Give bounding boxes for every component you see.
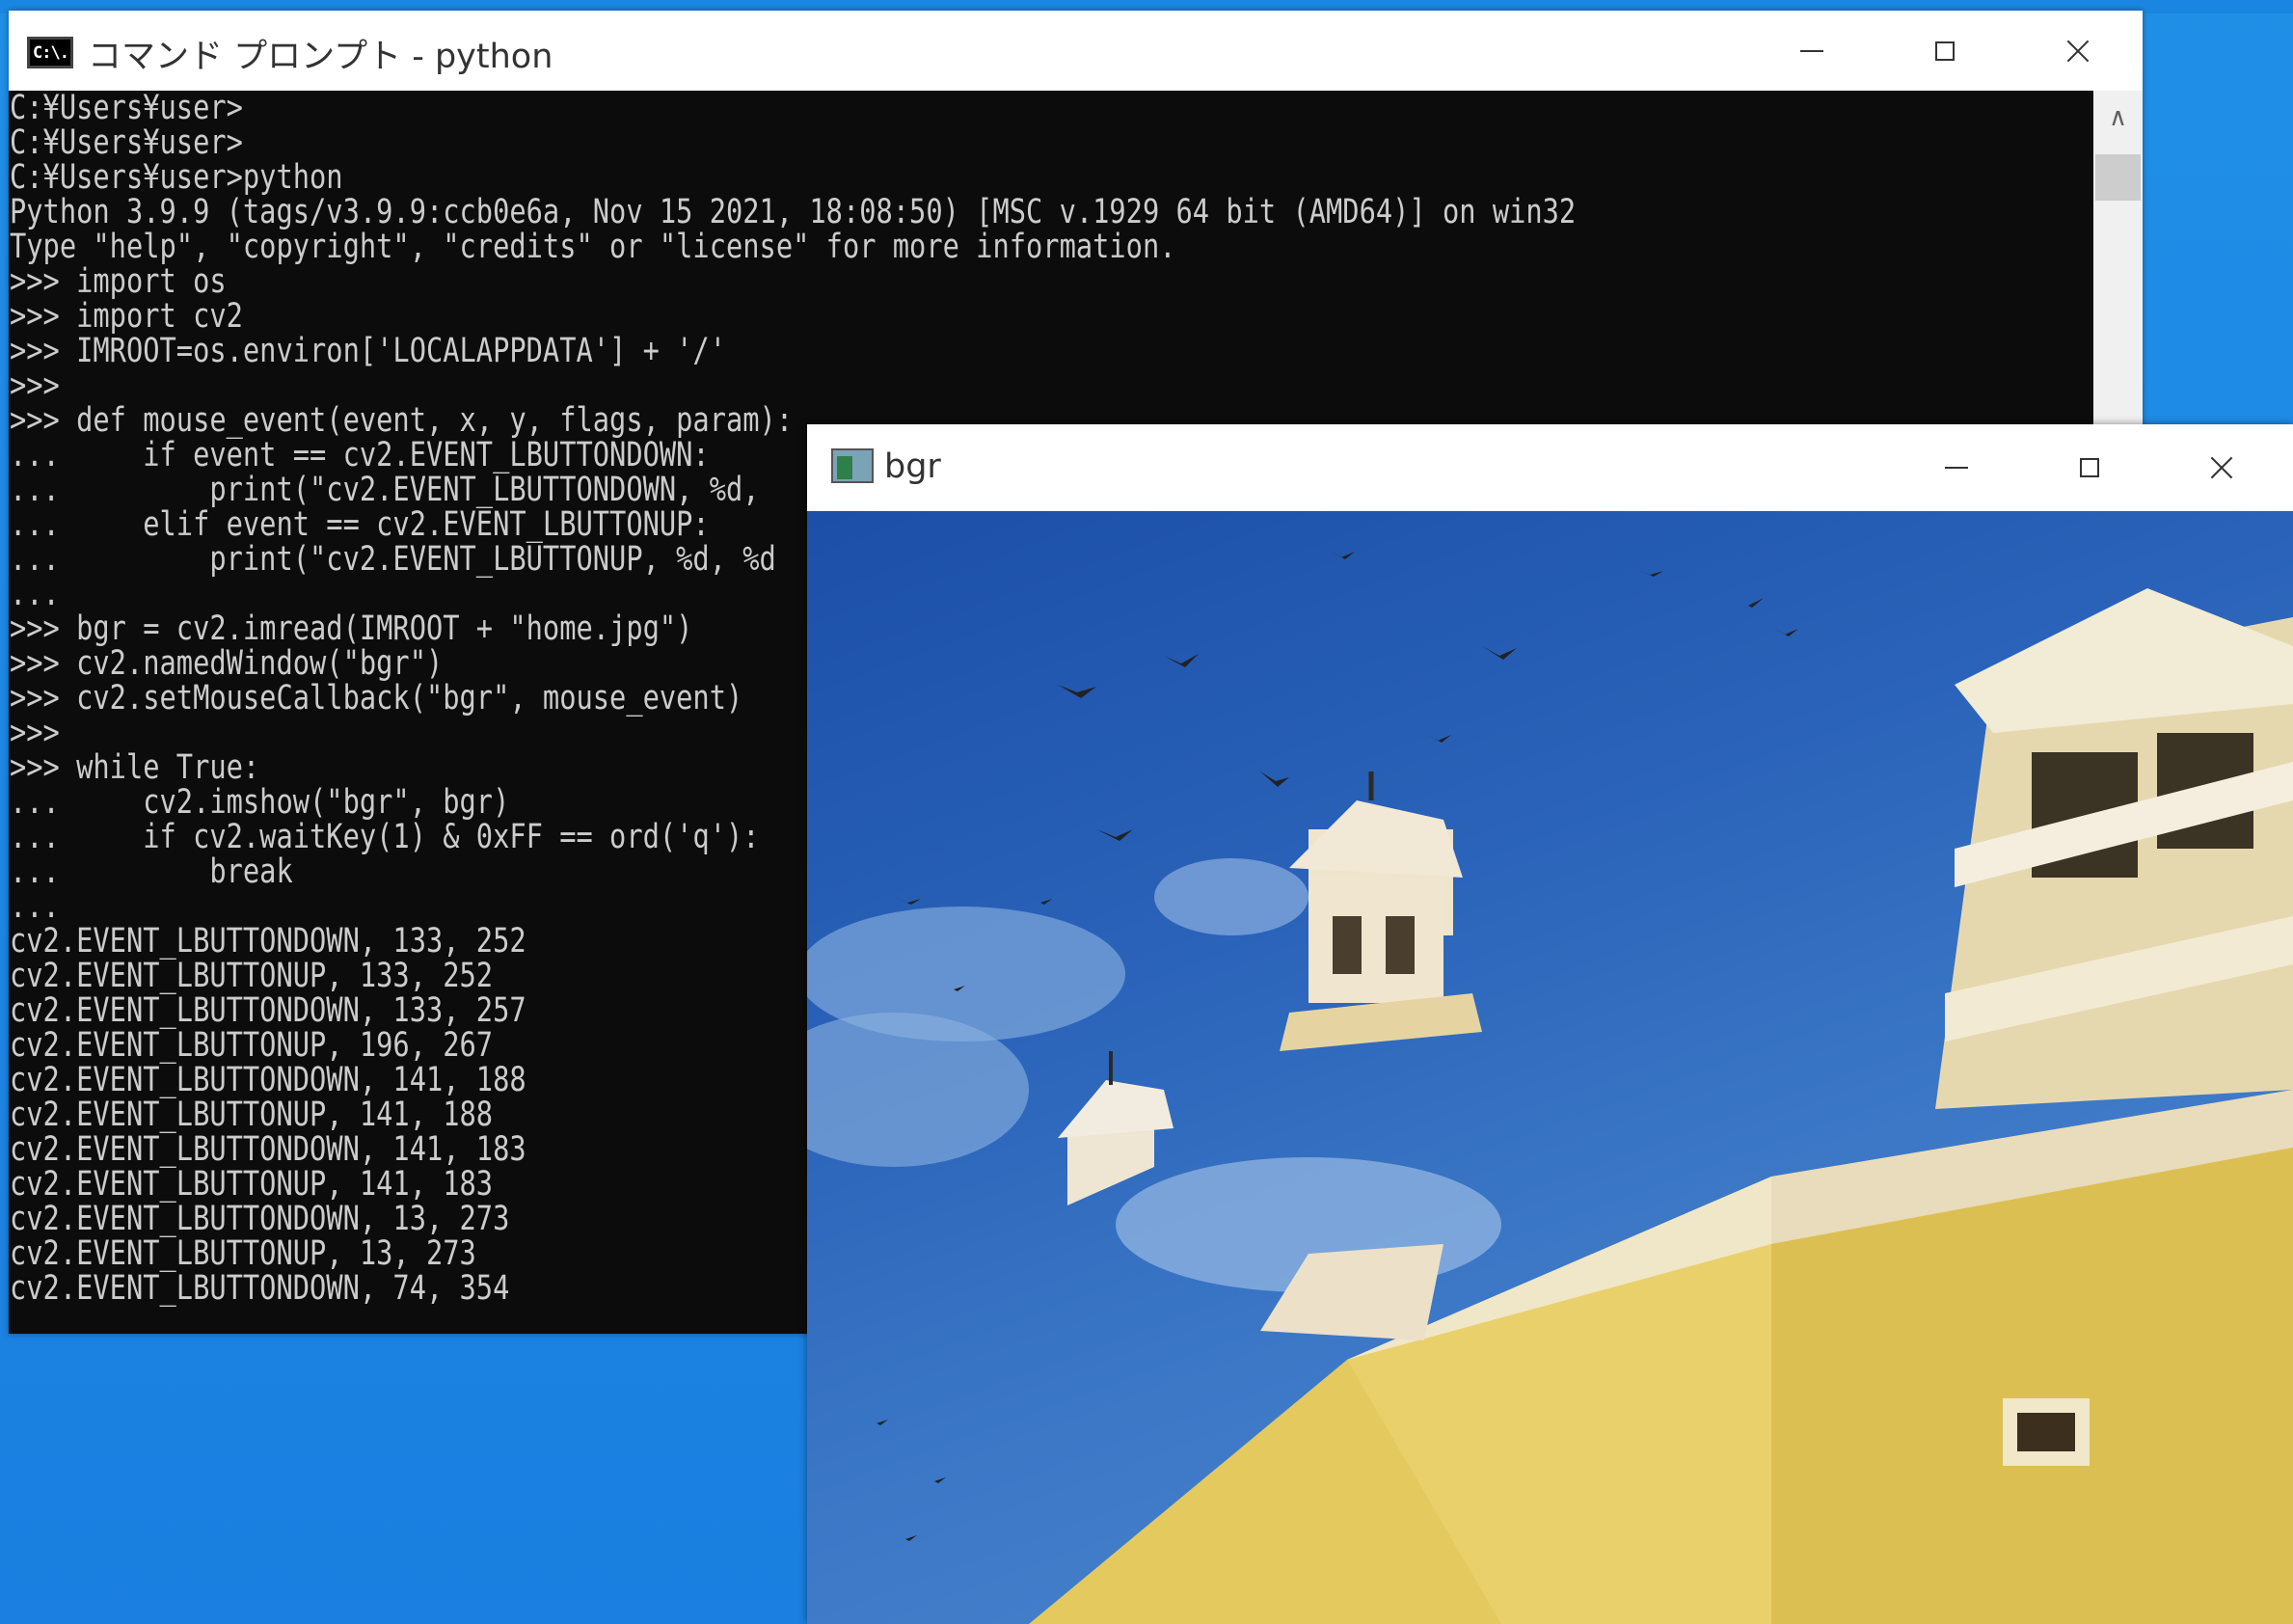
console-titlebar[interactable]: C:\. コマンド プロンプト - python [9,11,2143,91]
console-line: >>> import os [10,262,227,301]
image-window-icon [831,448,874,483]
bgr-close-button[interactable] [2164,424,2280,511]
console-close-button[interactable] [2020,11,2136,91]
bgr-window-title: bgr [884,447,941,486]
console-window-title: コマンド プロンプト - python [88,38,553,76]
bgr-minimize-button[interactable] [1899,424,2014,511]
console-line: Type "help", "copyright", "credits" or "… [10,228,1176,266]
console-minimize-button[interactable] [1754,11,1870,91]
cmd-icon-glyph: C:\. [33,43,69,63]
close-icon [2065,39,2091,64]
maximize-icon [2080,458,2099,477]
displayed-photo[interactable] [807,511,2293,1624]
console-line: Python 3.9.9 (tags/v3.9.9:ccb0e6a, Nov 1… [10,193,1577,231]
bgr-image-window[interactable]: bgr [807,424,2293,1624]
console-line: C:¥Users¥user> [10,91,243,127]
console-maximize-button[interactable] [1887,11,2003,91]
scrollbar-thumb[interactable] [2095,154,2141,201]
bgr-maximize-button[interactable] [2032,424,2147,511]
cmd-icon: C:\. [27,37,73,68]
minimize-icon [1800,49,1823,52]
maximize-icon [1935,41,1955,61]
bgr-titlebar[interactable]: bgr [807,424,2293,511]
console-line: >>> import cv2 [10,297,243,336]
photo-illustration [807,550,2293,1624]
close-icon [2209,455,2234,480]
console-line: C:¥Users¥user>python [10,158,343,197]
console-line: >>> [10,366,60,405]
console-line: >>> IMROOT=os.environ['LOCALAPPDATA'] + … [10,332,726,370]
console-line: C:¥Users¥user> [10,123,243,162]
scroll-up-arrow-icon[interactable]: ∧ [2093,98,2143,137]
minimize-icon [1945,467,1968,469]
